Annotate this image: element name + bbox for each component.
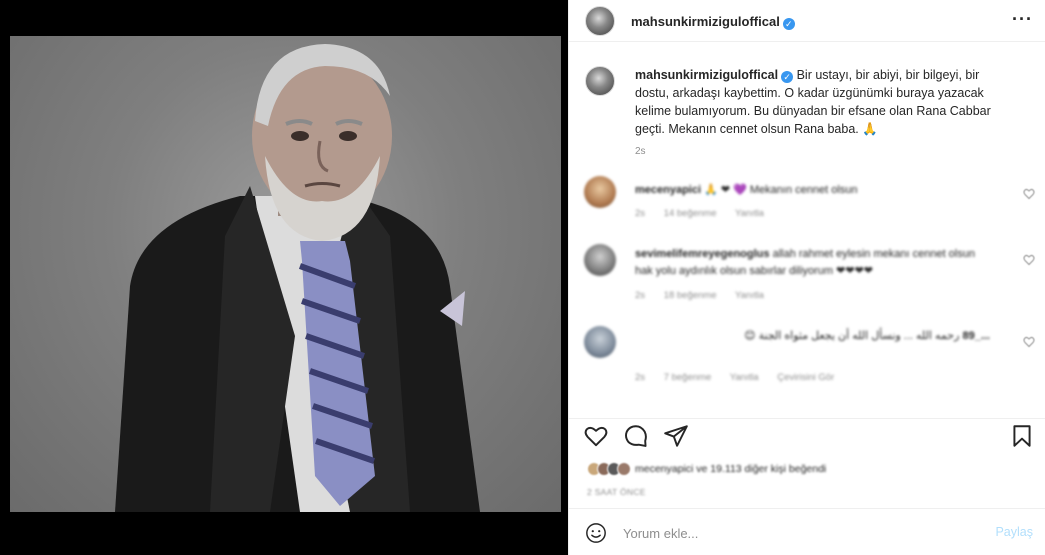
comment-username[interactable]: ..._89 [962,330,990,342]
liker-avatar [617,462,631,476]
add-comment-bar: Paylaş [569,508,1045,555]
see-translation-button[interactable]: Çevirisini Gör [777,372,834,383]
emoji-smile-icon[interactable] [585,522,607,544]
comment-item: sevimelifemreyegenoglus allah rahmet eyl… [569,244,1045,304]
comment-meta: 2s 18 beğenme Yanıtla [635,290,780,301]
verified-badge-icon: ✓ [781,71,794,83]
comment-text: 🙏 ❤ 💜 Mekanın cennet olsun [704,184,858,196]
comment-username[interactable]: mecenyapici [635,184,701,196]
likes-summary[interactable]: mecenyapici ve 19.113 diğer kişi beğendi [587,462,1007,480]
caption-avatar[interactable] [585,66,615,96]
comment-likes[interactable]: 18 beğenme [664,290,717,301]
comment-username[interactable]: sevimelifemreyegenoglus [635,248,770,260]
comment-body: ..._89 رحمه الله ... ونسأل الله أن يجعل … [635,328,990,345]
comment-input[interactable] [623,519,983,547]
comment-time: 2s [635,290,646,301]
bookmark-icon[interactable] [1009,423,1035,449]
comment-likes[interactable]: 7 beğenme [664,372,712,383]
commenter-avatar[interactable] [584,176,616,208]
comment-like-heart-icon[interactable] [1023,188,1035,200]
post-action-bar [569,418,1045,458]
heart-icon[interactable] [583,423,609,449]
header-username-row: mahsunkirmiziguloffical ✓ [631,14,795,30]
comment-item: ..._89 رحمه الله ... ونسأل الله أن يجعل … [569,326,1045,386]
post-caption: mahsunkirmiziguloffical ✓ Bir ustayı, bir… [635,66,1005,138]
author-avatar[interactable] [585,6,615,36]
comment-time: 2s [635,372,646,383]
verified-badge-icon: ✓ [782,18,795,30]
comment-likes[interactable]: 14 beğenme [664,208,717,219]
share-comment-button[interactable]: Paylaş [995,525,1033,539]
caption-username[interactable]: mahsunkirmiziguloffical [635,68,778,82]
portrait-illustration [115,44,480,512]
comment-like-heart-icon[interactable] [1023,336,1035,348]
more-options-icon[interactable]: ··· [1012,9,1033,29]
comment-meta: 2s 14 beğenme Yanıtla [635,208,780,219]
comment-text: رحمه الله ... ونسأل الله أن يجعل مثواه ا… [744,330,960,342]
post-photo[interactable] [10,36,561,512]
comment-reply-button[interactable]: Yanıtla [735,208,764,219]
comment-body: sevimelifemreyegenoglus allah rahmet eyl… [635,246,995,280]
comment-reply-button[interactable]: Yanıtla [730,372,759,383]
post-details-panel: mahsunkirmiziguloffical ✓ ··· mahsunkirmi… [568,0,1045,555]
likes-text[interactable]: mecenyapici ve 19.113 diğer kişi beğendi [635,463,826,475]
commenter-avatar[interactable] [584,244,616,276]
comment-item: mecenyapici 🙏 ❤ 💜 Mekanın cennet olsun 2… [569,176,1045,236]
header-username[interactable]: mahsunkirmiziguloffical [631,14,780,29]
caption-timestamp: 2s [635,146,646,157]
comment-time: 2s [635,208,646,219]
post-header: mahsunkirmiziguloffical ✓ ··· [569,0,1045,42]
post-media [0,0,568,555]
post-date: 2 SAAT ÖNCE [587,487,646,497]
comment-meta: 2s 7 beğenme Yanıtla Çevirisini Gör [635,372,850,383]
comment-like-heart-icon[interactable] [1023,254,1035,266]
send-icon[interactable] [663,423,689,449]
comment-icon[interactable] [623,423,649,449]
commenter-avatar[interactable] [584,326,616,358]
comment-body: mecenyapici 🙏 ❤ 💜 Mekanın cennet olsun [635,182,995,199]
comment-reply-button[interactable]: Yanıtla [735,290,764,301]
